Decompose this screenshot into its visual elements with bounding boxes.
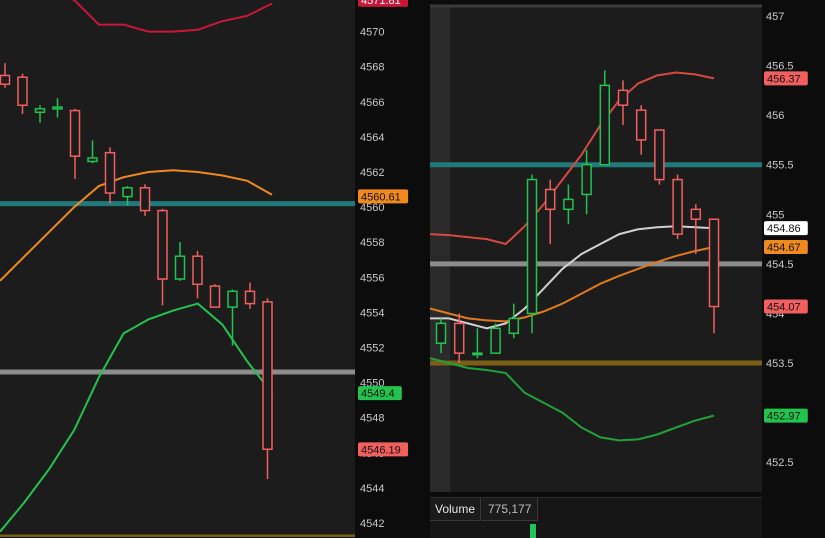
candle-body [87, 157, 98, 163]
price-badge-label: 4571.81 [361, 0, 401, 7]
candle-body [581, 163, 592, 196]
price-badge: 4571.81 [358, 0, 409, 7]
y-tick-label: 456 [766, 110, 784, 122]
candle-body [104, 151, 116, 194]
volume-value: 775,177 [482, 498, 539, 521]
y-tick-label: 4566 [360, 97, 384, 109]
price-badge-label: 4549.4 [361, 388, 395, 400]
price-badge-label: 454.86 [767, 223, 801, 235]
y-tick-label: 4564 [360, 132, 384, 144]
candle-body [157, 209, 168, 280]
price-badge: 454.67 [764, 240, 808, 255]
y-tick-label: 4562 [360, 167, 384, 179]
candle-body [690, 208, 702, 220]
right-chart-panel[interactable]: 457456.5456455.5455454.5454453.5453452.5… [428, 0, 825, 537]
candle-body [508, 317, 520, 335]
candle-body [435, 322, 447, 344]
y-tick-label: 456.5 [766, 61, 794, 73]
candle-body [192, 255, 203, 286]
candle-body [244, 290, 256, 305]
candle-body [563, 198, 574, 211]
price-badge: 456.37 [764, 71, 808, 86]
price-badge-label: 4546.19 [361, 444, 401, 456]
y-tick-label: 4568 [360, 62, 384, 74]
y-tick-label: 4560 [360, 202, 384, 214]
y-tick-label: 4552 [360, 342, 384, 354]
y-tick-label: 4558 [360, 237, 384, 249]
volume-subpanel[interactable]: Volume 775,177 [430, 497, 762, 538]
candle-body [453, 322, 465, 354]
candle-body [122, 187, 133, 198]
y-tick-label: 457 [766, 11, 784, 23]
price-badge: 454.86 [764, 221, 808, 236]
y-tick-label: 4570 [360, 27, 384, 39]
y-tick-label: 4556 [360, 272, 384, 284]
candle-body [0, 74, 11, 85]
candle-body [262, 301, 273, 451]
y-tick-label: 4548 [360, 413, 384, 425]
candle-body [654, 129, 665, 181]
candle-body [227, 290, 238, 308]
candle-body [526, 178, 538, 315]
price-badge-label: 456.37 [767, 73, 801, 85]
y-tick-label: 452.5 [766, 457, 794, 469]
candle-body [34, 108, 46, 114]
y-tick-label: 455 [766, 209, 784, 221]
right-candlestick-chart[interactable]: 457456.5456455.5455454.5454453.5453452.5… [428, 0, 825, 537]
candle [599, 70, 611, 166]
y-tick-label: 4544 [360, 483, 384, 495]
y-tick-label: 4542 [360, 518, 384, 530]
price-badge-label: 454.67 [767, 242, 801, 254]
candle-body [544, 188, 556, 211]
volume-bar-mark [530, 524, 536, 538]
candle-body [672, 178, 683, 235]
y-tick-label: 455.5 [766, 160, 794, 172]
volume-label: Volume [430, 498, 482, 521]
candle-body [490, 327, 501, 354]
candle [139, 184, 151, 216]
price-badge-label: 4560.61 [361, 191, 401, 203]
candle [490, 323, 501, 354]
price-badge: 4549.4 [358, 386, 402, 401]
candle-body [209, 285, 221, 308]
shaded-region [430, 6, 450, 492]
price-badge: 452.97 [764, 408, 808, 423]
candle-body [52, 106, 63, 110]
price-badge: 4546.19 [358, 442, 409, 457]
candle-body [617, 89, 629, 106]
price-badge-label: 454.07 [767, 302, 801, 314]
candle-body [174, 255, 186, 280]
candle-body [599, 84, 611, 166]
candle-body [708, 218, 720, 308]
price-badge: 454.07 [764, 299, 808, 314]
y-tick-label: 4554 [360, 307, 384, 319]
candle-body [17, 76, 28, 107]
y-tick-label: 453.5 [766, 358, 794, 370]
price-badge-label: 452.97 [767, 411, 801, 423]
candle-body [635, 109, 647, 141]
candle [672, 174, 683, 240]
candle-body [69, 109, 81, 157]
candle [526, 174, 538, 334]
y-tick-label: 454.5 [766, 259, 794, 271]
left-candlestick-chart[interactable]: 4570 4568 4566 4564 4562 4560 4558 4556 4554 4552… [0, 0, 428, 537]
candle-body [139, 187, 151, 212]
candle-body [472, 352, 483, 356]
left-chart-panel[interactable]: 4570 4568 4566 4564 4562 4560 4558 4556 4554 4552… [0, 0, 428, 537]
candle [654, 129, 665, 185]
price-badge: 4560.61 [358, 189, 409, 204]
candle [209, 284, 221, 308]
